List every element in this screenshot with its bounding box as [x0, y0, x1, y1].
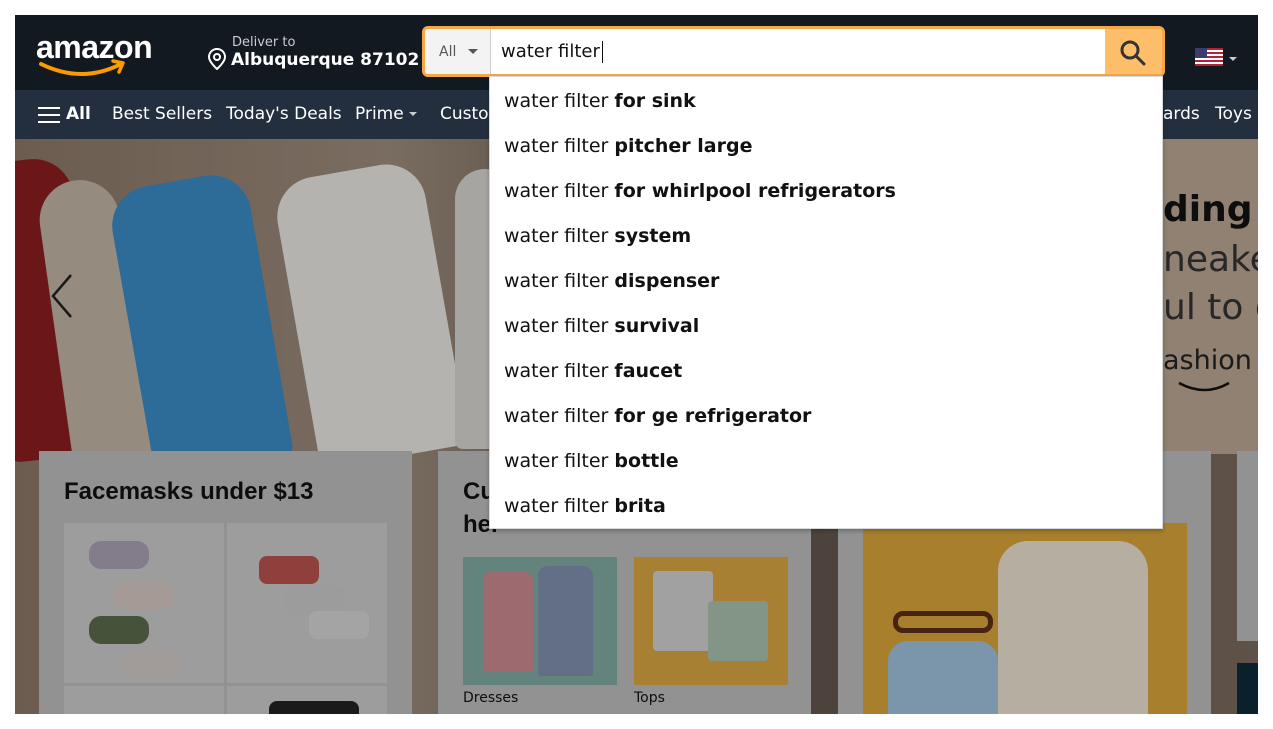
suggestion-prefix: water filter	[504, 90, 609, 112]
suggestion-prefix: water filter	[504, 315, 609, 337]
suggestion-suffix: survival	[614, 315, 700, 337]
search-bar: All water filter	[422, 26, 1165, 77]
text-cursor	[601, 41, 603, 63]
location-pin-icon	[207, 48, 227, 70]
suggestion-suffix: for whirlpool refrigerators	[614, 180, 896, 202]
nav-gift-cards[interactable]: ards	[1163, 104, 1200, 124]
suggestion-suffix: for sink	[614, 90, 696, 112]
chevron-down-icon	[468, 49, 478, 54]
suggestion-suffix: pitcher large	[614, 135, 753, 157]
deliver-to-label: Deliver to	[232, 35, 296, 50]
deliver-to-city: Albuquerque 87102	[231, 50, 420, 70]
suggestion-suffix: system	[614, 225, 692, 247]
suggestion-prefix: water filter	[504, 135, 609, 157]
suggestion-prefix: water filter	[504, 450, 609, 472]
suggestion-prefix: water filter	[504, 225, 609, 247]
search-button[interactable]	[1105, 29, 1162, 74]
suggestion-item[interactable]: water filter bottle	[504, 439, 1144, 484]
chevron-down-icon	[408, 112, 417, 116]
search-suggestions: water filter for sink water filter pitch…	[489, 76, 1163, 529]
hamburger-icon	[38, 107, 60, 123]
search-query-text: water filter	[501, 41, 600, 62]
suggestion-item[interactable]: water filter for ge refrigerator	[504, 394, 1144, 439]
nav-todays-deals[interactable]: Today's Deals	[226, 104, 342, 124]
suggestion-item[interactable]: water filter pitcher large	[504, 124, 1144, 169]
nav-prime[interactable]: Prime	[355, 104, 417, 124]
search-category-label: All	[439, 44, 457, 60]
nav-toys[interactable]: Toys &	[1215, 104, 1258, 124]
suggestion-item[interactable]: water filter for sink	[504, 79, 1144, 124]
search-input[interactable]: water filter	[491, 29, 1107, 74]
suggestion-item[interactable]: water filter brita	[504, 484, 1144, 529]
nav-prime-label: Prime	[355, 104, 404, 124]
nav-all-label: All	[66, 104, 91, 124]
suggestion-prefix: water filter	[504, 495, 609, 517]
suggestion-suffix: dispenser	[614, 270, 720, 292]
suggestion-suffix: brita	[614, 495, 666, 517]
suggestion-suffix: for ge refrigerator	[614, 405, 812, 427]
nav-best-sellers[interactable]: Best Sellers	[112, 104, 212, 124]
amazon-smile-icon	[39, 59, 125, 76]
nav-customer-service[interactable]: Custor	[440, 104, 496, 124]
us-flag-icon[interactable]	[1195, 48, 1223, 66]
suggestion-prefix: water filter	[504, 405, 609, 427]
search-icon	[1120, 40, 1146, 66]
suggestion-suffix: faucet	[614, 360, 683, 382]
suggestion-suffix: bottle	[614, 450, 679, 472]
suggestion-prefix: water filter	[504, 180, 609, 202]
suggestion-item[interactable]: water filter for whirlpool refrigerators	[504, 169, 1144, 214]
suggestion-prefix: water filter	[504, 270, 609, 292]
search-category-dropdown[interactable]: All	[425, 29, 491, 74]
suggestion-prefix: water filter	[504, 360, 609, 382]
browser-viewport: amazon Deliver to Albuquerque 87102 All …	[15, 15, 1258, 714]
suggestion-item[interactable]: water filter system	[504, 214, 1144, 259]
suggestion-item[interactable]: water filter faucet	[504, 349, 1144, 394]
suggestion-item[interactable]: water filter survival	[504, 304, 1144, 349]
chevron-down-icon	[1229, 57, 1237, 61]
suggestion-item[interactable]: water filter dispenser	[504, 259, 1144, 304]
